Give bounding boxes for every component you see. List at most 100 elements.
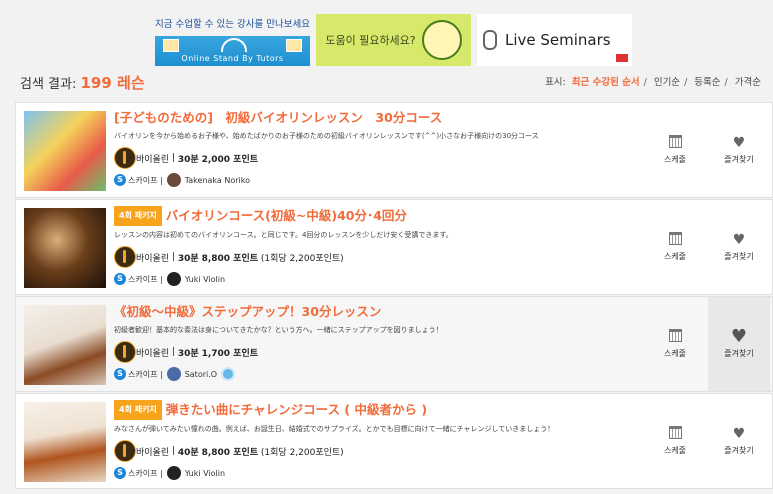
instrument-label: 바이올린 (136, 154, 170, 165)
online-tutors-banner[interactable]: 지금 수업할 수 있는 강사를 만나보세요 Online Stand By Tu… (155, 14, 310, 66)
favorite-label: 즐겨찾기 (724, 445, 754, 455)
schedule-button[interactable]: 스케줄 (644, 297, 706, 391)
sort-recent[interactable]: 최근 수강된 순서 (572, 77, 640, 88)
lesson-price-per-session: (1회당 2,200포인트) (260, 447, 344, 458)
favorite-button[interactable]: ♥ 즐겨찾기 (708, 297, 770, 391)
calendar-icon (668, 232, 682, 245)
lesson-thumbnail[interactable] (24, 111, 106, 191)
lesson-description: バイオリンを今から始めるお子様や、始めたばかりのお子様のための初級バイオリンレッ… (114, 132, 539, 140)
lesson-info: [子どものための] 初級バイオリンレッスン 30分コース バイオリンを今から始め… (114, 109, 634, 187)
lesson-price: 1,700 포인트 (201, 348, 259, 359)
sort-label: 표시: (545, 77, 566, 88)
favorite-button[interactable]: ♥ 즐겨찾기 (708, 103, 770, 197)
heart-icon: ♥ (732, 134, 746, 151)
favorite-label: 즐겨찾기 (724, 251, 754, 261)
lesson-teacher-line: S 스카이프 | Takenaka Noriko (114, 173, 634, 187)
skype-icon: S (114, 467, 126, 479)
skype-icon: S (114, 368, 126, 380)
lesson-info: 4회 패키지 弾きたい曲にチャレンジコース ( 中級者から ) みなさんが弾いてみ… (114, 400, 634, 480)
heart-icon: ♥ (730, 325, 748, 347)
lesson-teacher-line: S 스카이프 | Yuki Violin (114, 466, 634, 480)
teacher-name[interactable]: Yuki Violin (185, 469, 225, 478)
violin-icon (114, 440, 136, 462)
skype-icon: S (114, 273, 126, 285)
violin-icon (114, 147, 136, 169)
schedule-button[interactable]: 스케줄 (644, 394, 706, 488)
banner-tutor-top-text: 지금 수업할 수 있는 강사를 만나보세요 (155, 14, 310, 36)
lesson-price-per-session: (1회당 2,200포인트) (260, 253, 344, 264)
lesson-title[interactable]: 4회 패키지 弾きたい曲にチャレンジコース ( 中級者から ) (114, 400, 634, 420)
schedule-button[interactable]: 스케줄 (644, 103, 706, 197)
platform-label: 스카이프 (128, 274, 158, 284)
lesson-duration: 30분 (177, 154, 199, 165)
lesson-duration: 40분 (177, 447, 199, 458)
lesson-duration: 30분 (177, 253, 199, 264)
heart-icon: ♥ (732, 231, 746, 248)
calendar-icon (668, 135, 682, 148)
lesson-title[interactable]: 4회 패키지 バイオリンコース(初級~中級)40分･4回分 (114, 206, 634, 226)
lesson-title[interactable]: [子どものための] 初級バイオリンレッスン 30分コース (114, 109, 634, 127)
live-seminars-banner[interactable]: Live Seminars (477, 14, 632, 66)
teacher-avatar[interactable] (166, 272, 181, 286)
mascot-icon (421, 20, 462, 60)
lesson-title[interactable]: 《初級～中級》ステップアップ！30分レッスン (114, 303, 634, 321)
lesson-row[interactable]: [子どものための] 初級バイオリンレッスン 30分コース バイオリンを今から始め… (15, 102, 773, 198)
banner-help-text: 도움이 필요하세요? (325, 34, 416, 47)
teacher-avatar[interactable] (166, 367, 181, 381)
platform-label: 스카이프 (128, 468, 158, 478)
instrument-label: 바이올린 (136, 447, 170, 458)
banner-tutor-bottom-text: Online Stand By Tutors (181, 54, 284, 63)
lesson-row[interactable]: 4회 패키지 弾きたい曲にチャレンジコース ( 中級者から ) みなさんが弾いてみ… (15, 393, 773, 489)
favorite-button[interactable]: ♥ 즐겨찾기 (708, 394, 770, 488)
teacher-name[interactable]: Takenaka Noriko (185, 176, 250, 185)
schedule-label: 스케줄 (663, 446, 687, 455)
results-count: 199 레슨 (80, 74, 145, 92)
instrument-label: 바이올린 (136, 253, 170, 264)
lesson-description: 初級者歓迎！基本的な奏法は身についてきたかな？という方へ。一緒にステップアップを… (114, 326, 443, 334)
lesson-meta: 바이올린 | 30분 1,700 포인트 (114, 341, 634, 363)
banner-strip: 지금 수업할 수 있는 강사를 만나보세요 Online Stand By Tu… (155, 14, 632, 66)
lesson-description: レッスンの内容は初めてのバイオリンコース。と同じです。4回分のレッスンを少しだけ… (114, 231, 453, 239)
heart-icon: ♥ (732, 425, 746, 442)
calendar-icon (668, 426, 682, 439)
platform-label: 스카이프 (128, 369, 158, 379)
laptop-icon (286, 39, 302, 52)
schedule-button[interactable]: 스케줄 (644, 200, 706, 294)
sort-popular[interactable]: 인기순 (654, 77, 680, 88)
favorite-button[interactable]: ♥ 즐겨찾기 (708, 200, 770, 294)
results-label: 검색 결과: (20, 77, 77, 92)
schedule-label: 스케줄 (663, 252, 687, 261)
lesson-row[interactable]: 《初級～中級》ステップアップ！30分レッスン 初級者歓迎！基本的な奏法は身につい… (15, 296, 773, 392)
teacher-name[interactable]: Satori.O (185, 370, 217, 379)
lesson-info: 《初級～中級》ステップアップ！30分レッスン 初級者歓迎！基本的な奏法は身につい… (114, 303, 634, 381)
banner-seminars-text: Live Seminars (505, 31, 611, 49)
calendar-icon (668, 329, 682, 342)
teacher-avatar[interactable] (166, 173, 181, 187)
help-banner[interactable]: 도움이 필요하세요? (316, 14, 471, 66)
lesson-teacher-line: S 스카이프 | Satori.O (114, 367, 634, 381)
lesson-row[interactable]: 4회 패키지 バイオリンコース(初級~中級)40分･4回分 レッスンの内容は初めて… (15, 199, 773, 295)
lesson-thumbnail[interactable] (24, 305, 106, 385)
lesson-thumbnail[interactable] (24, 402, 106, 482)
lesson-teacher-line: S 스카이프 | Yuki Violin (114, 272, 634, 286)
flag-icon (616, 54, 628, 62)
schedule-label: 스케줄 (663, 155, 687, 164)
lesson-info: 4회 패키지 バイオリンコース(初級~中級)40分･4回分 レッスンの内容は初めて… (114, 206, 634, 286)
teacher-name[interactable]: Yuki Violin (185, 275, 225, 284)
lesson-meta: 바이올린 | 40분 8,800 포인트 (1회당 2,200포인트) (114, 440, 634, 462)
lesson-thumbnail[interactable] (24, 208, 106, 288)
skype-icon: S (114, 174, 126, 186)
lesson-description: みなさんが弾いてみたい憧れの曲。例えば、お誕生日、結婚式でのサプライズ。とかでも… (114, 425, 555, 433)
platform-label: 스카이프 (128, 175, 158, 185)
sort-price[interactable]: 가격순 (735, 77, 761, 88)
schedule-label: 스케줄 (663, 349, 687, 358)
results-header: 검색 결과: 199 레슨 (20, 72, 145, 93)
lesson-price: 8,800 포인트 (201, 253, 259, 264)
violin-icon (114, 341, 136, 363)
lesson-meta: 바이올린 | 30분 8,800 포인트 (1회당 2,200포인트) (114, 246, 634, 268)
sort-registered[interactable]: 등록순 (694, 77, 720, 88)
sort-options: 표시: 최근 수강된 순서 / 인기순 / 등록순 / 가격순 (545, 77, 761, 88)
favorite-label: 즐겨찾기 (724, 154, 754, 164)
verified-badge-icon (221, 367, 236, 381)
teacher-avatar[interactable] (166, 466, 181, 480)
